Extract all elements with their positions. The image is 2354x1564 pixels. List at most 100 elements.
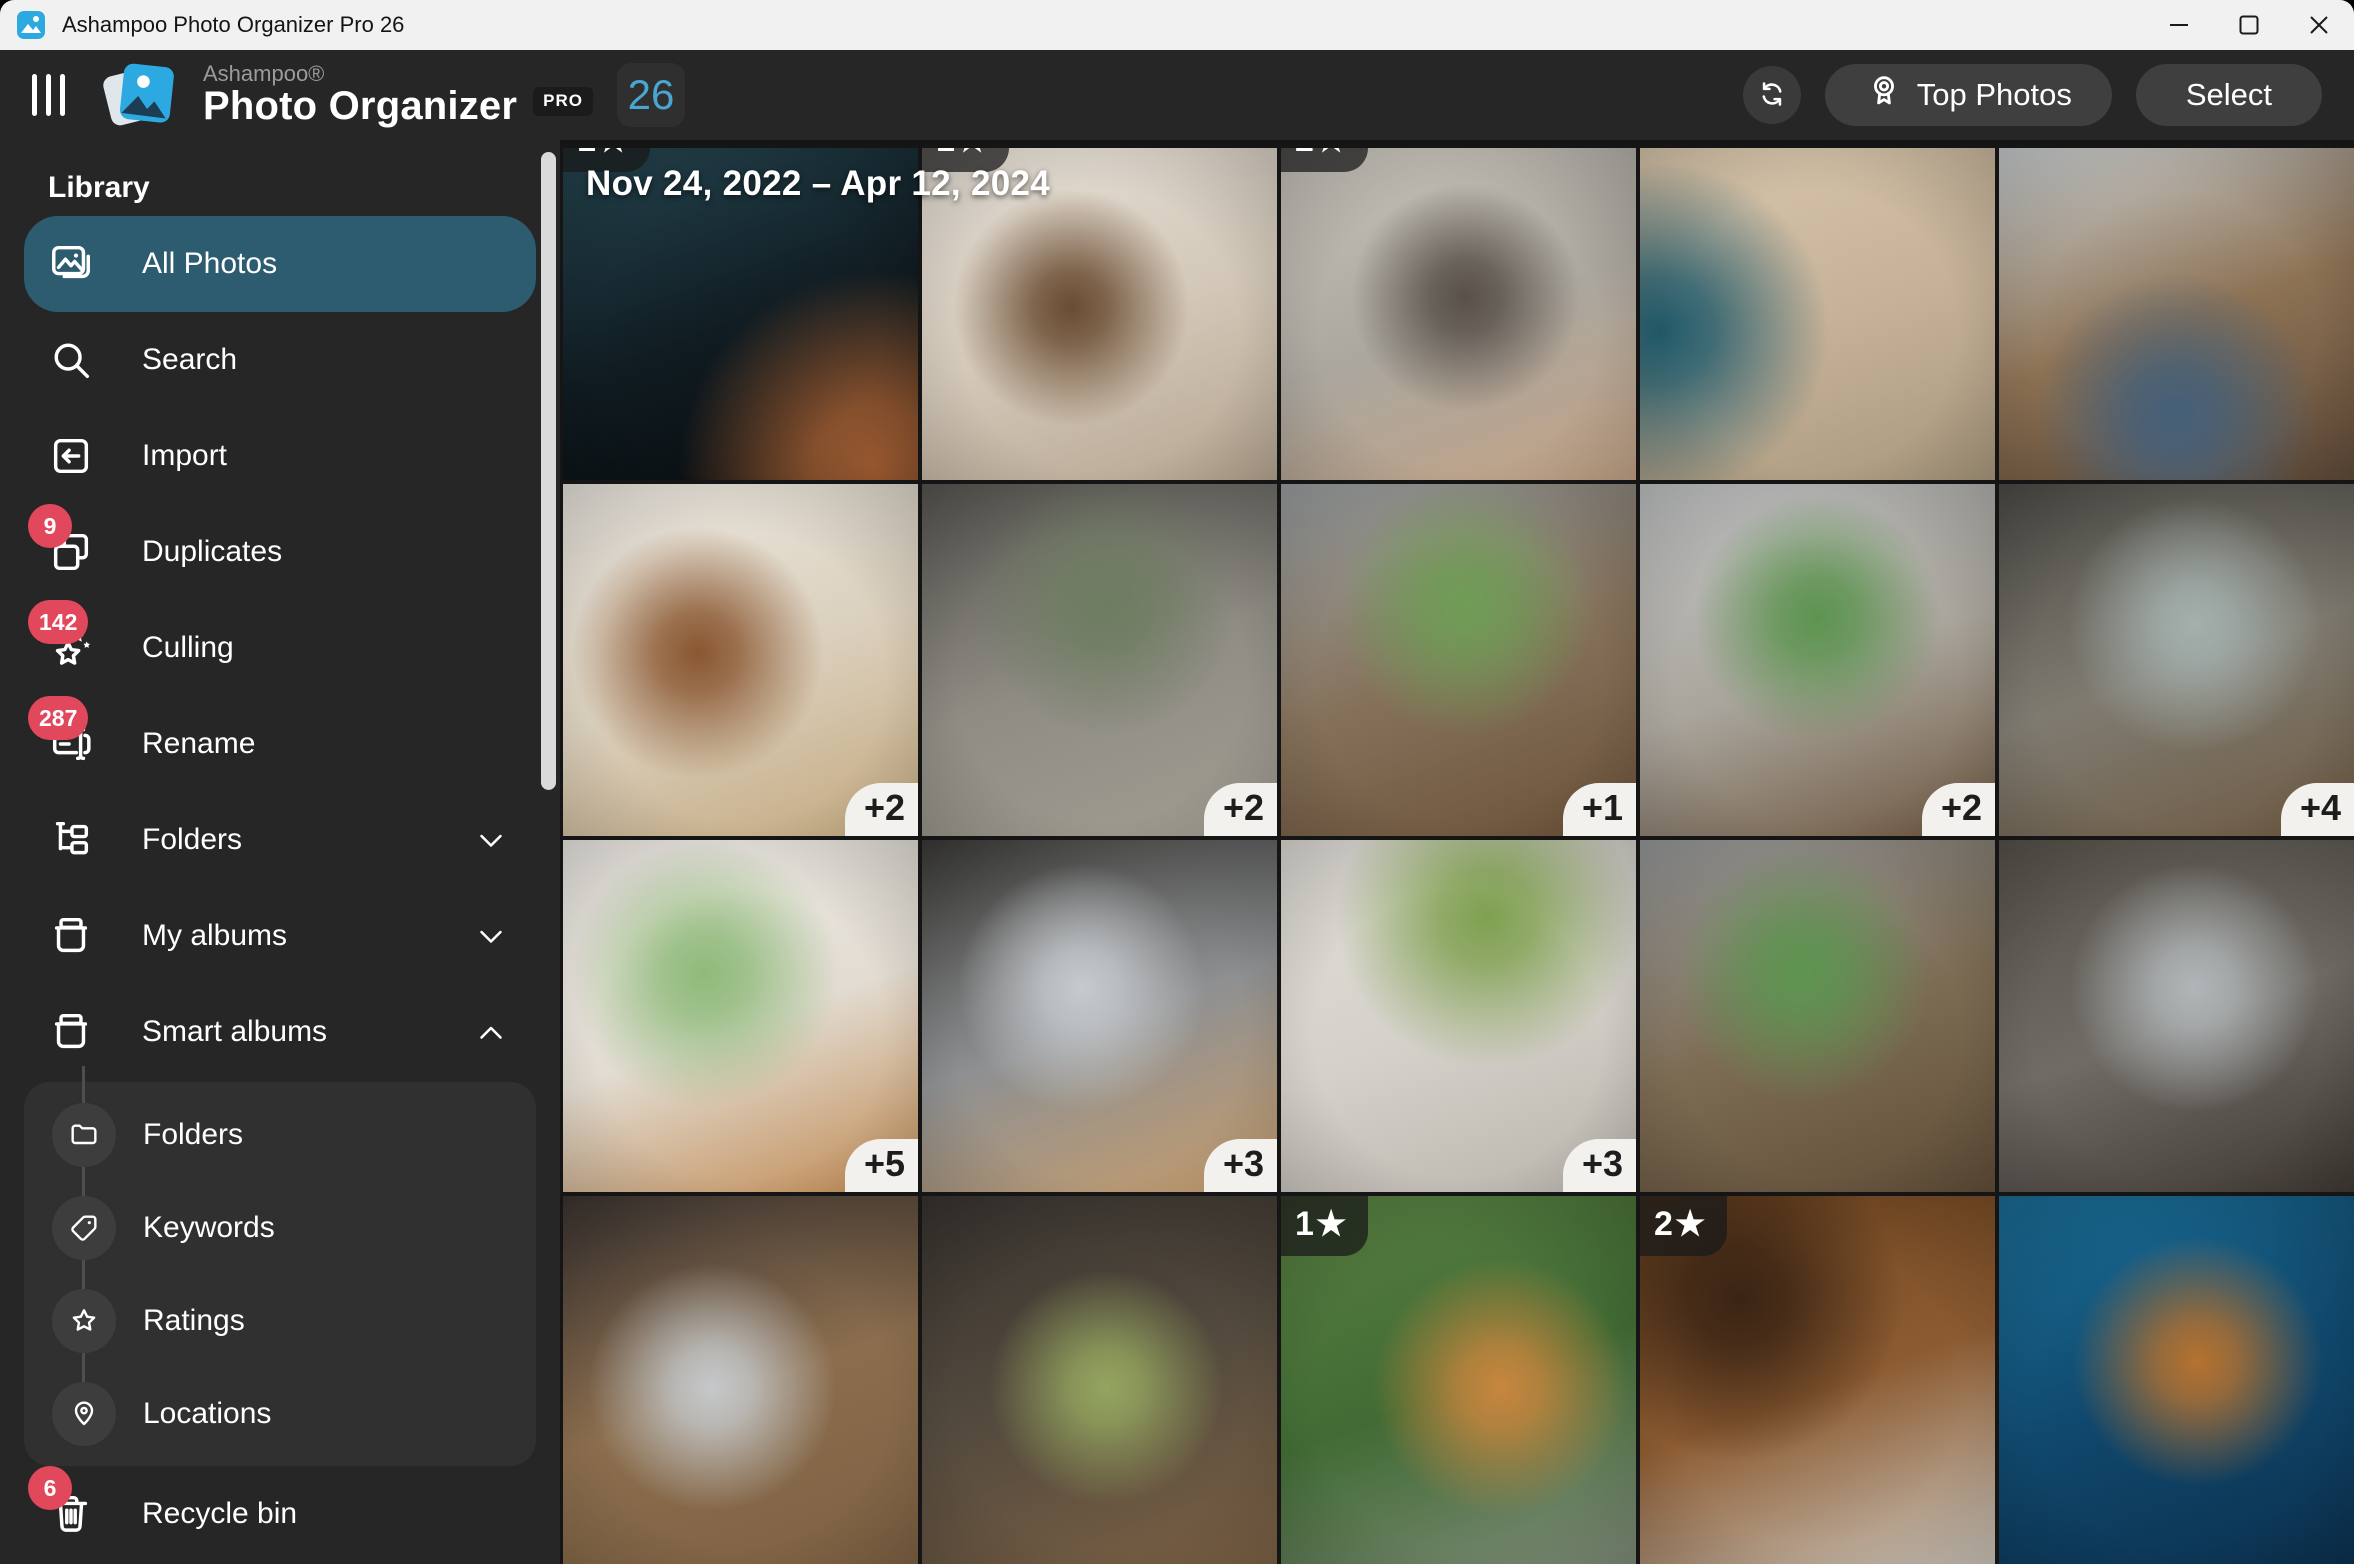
count-badge: 9 bbox=[28, 504, 72, 548]
select-label: Select bbox=[2186, 77, 2272, 113]
star-rating-badge: 2★ bbox=[1281, 148, 1368, 172]
sidebar-item-label: Folders bbox=[142, 823, 242, 857]
medal-icon bbox=[1865, 72, 1903, 118]
photo-tile-glass-jar-table[interactable] bbox=[563, 1196, 918, 1564]
import-icon bbox=[48, 433, 94, 479]
sidebar-item-label: Ratings bbox=[143, 1304, 245, 1338]
sidebar-item-folders[interactable]: Folders bbox=[24, 792, 536, 888]
count-badge: 142 bbox=[28, 600, 88, 644]
photo-tile-copper-lamp-device[interactable]: +2 bbox=[563, 484, 918, 836]
close-button[interactable] bbox=[2284, 0, 2354, 50]
photo-grid: 1★1★2★+2+2+1+2+4+5+3+31★2★ bbox=[563, 148, 2354, 1564]
sidebar-item-rename[interactable]: 287 Rename bbox=[24, 696, 536, 792]
photo-grid-area: Nov 24, 2022 – Apr 12, 2024 1★1★2★+2+2+1… bbox=[560, 140, 2354, 1564]
photo-tile-upturned-glasses[interactable]: +3 bbox=[922, 840, 1277, 1192]
stack-count-badge: +1 bbox=[1563, 783, 1636, 836]
sidebar-item-label: Duplicates bbox=[142, 535, 282, 569]
sidebar-item-label: Smart albums bbox=[142, 1015, 327, 1049]
chevron-down-icon[interactable] bbox=[472, 917, 510, 955]
pin-icon bbox=[52, 1382, 116, 1446]
app-logo-small-icon bbox=[16, 10, 46, 40]
minimize-button[interactable] bbox=[2144, 0, 2214, 50]
sidebar-item-label: Keywords bbox=[143, 1211, 275, 1245]
sidebar-item-my-albums[interactable]: My albums bbox=[24, 888, 536, 984]
sidebar-item-smart-keywords[interactable]: Keywords bbox=[24, 1181, 536, 1274]
top-photos-label: Top Photos bbox=[1917, 77, 2072, 113]
sidebar-item-duplicates[interactable]: 9 Duplicates bbox=[24, 504, 536, 600]
sidebar-item-search[interactable]: Search bbox=[24, 312, 536, 408]
photo-tile-tiger-resting[interactable]: 1★ bbox=[1281, 1196, 1636, 1564]
window-controls bbox=[2144, 0, 2354, 50]
app-header: Ashampoo® Photo Organizer PRO 26 Top Pho… bbox=[0, 50, 2354, 140]
star-rating-badge: 2★ bbox=[1640, 1196, 1727, 1256]
sidebar-item-label: Rename bbox=[142, 727, 255, 761]
sidebar-item-label: Culling bbox=[142, 631, 234, 665]
folder-tree-icon bbox=[48, 817, 94, 863]
photo-tile-canyon-rocks[interactable]: 2★ bbox=[1640, 1196, 1995, 1564]
sidebar-item-label: My albums bbox=[142, 919, 287, 953]
maximize-button[interactable] bbox=[2214, 0, 2284, 50]
sidebar-item-smart-albums[interactable]: Smart albums bbox=[24, 984, 536, 1080]
tag-icon bbox=[52, 1196, 116, 1260]
select-button[interactable]: Select bbox=[2136, 64, 2322, 126]
menu-button[interactable] bbox=[30, 70, 67, 120]
sidebar: Library All Photos Search Import 9 Duplicate… bbox=[0, 140, 560, 1564]
photo-tile-plant-basket-couch[interactable]: +2 bbox=[1640, 484, 1995, 836]
refresh-button[interactable] bbox=[1743, 66, 1801, 124]
sidebar-item-smart-folders[interactable]: Folders bbox=[24, 1088, 536, 1181]
photo-tile-grey-cat-on-couch[interactable] bbox=[1640, 148, 1995, 480]
photo-tile-plant-basket-mono[interactable]: +2 bbox=[922, 484, 1277, 836]
stack-count-badge: +2 bbox=[845, 783, 918, 836]
stack-count-badge: +2 bbox=[1922, 783, 1995, 836]
album-icon bbox=[48, 913, 94, 959]
photo-tile-glass-jar-dark[interactable] bbox=[1999, 840, 2354, 1192]
sidebar-item-label: Import bbox=[142, 439, 227, 473]
photo-tile-plant-basket-warm[interactable]: +1 bbox=[1281, 484, 1636, 836]
photo-tile-crowd-selfie[interactable] bbox=[1999, 148, 2354, 480]
titlebar[interactable]: Ashampoo Photo Organizer Pro 26 bbox=[0, 0, 2354, 50]
sidebar-item-label: Folders bbox=[143, 1118, 243, 1152]
chevron-down-icon[interactable] bbox=[472, 821, 510, 859]
sidebar-item-import[interactable]: Import bbox=[24, 408, 536, 504]
star-icon bbox=[52, 1289, 116, 1353]
stack-count-badge: +5 bbox=[845, 1139, 918, 1192]
sidebar-item-recycle-bin[interactable]: 6 Recycle bin bbox=[24, 1466, 536, 1562]
top-photos-button[interactable]: Top Photos bbox=[1825, 64, 2112, 126]
photo-tile-wall-shelf-scooter[interactable]: +3 bbox=[1281, 840, 1636, 1192]
album-icon bbox=[48, 1009, 94, 1055]
photos-icon bbox=[48, 241, 94, 287]
sidebar-item-smart-locations[interactable]: Locations bbox=[24, 1367, 536, 1460]
sidebar-item-label: Locations bbox=[143, 1397, 271, 1431]
photo-tile-sea-turtle[interactable] bbox=[1999, 1196, 2354, 1564]
photo-tile-tray-plants-dark[interactable] bbox=[922, 1196, 1277, 1564]
sidebar-scrollbar[interactable] bbox=[541, 152, 556, 790]
folder-icon bbox=[52, 1103, 116, 1167]
stack-count-badge: +4 bbox=[2281, 783, 2354, 836]
star-rating-badge: 1★ bbox=[1281, 1196, 1368, 1256]
version-badge: 26 bbox=[617, 63, 685, 127]
photo-tile-glass-bottles-plant[interactable]: +4 bbox=[1999, 484, 2354, 836]
brand-company: Ashampoo® bbox=[203, 62, 593, 86]
stack-count-badge: +3 bbox=[1204, 1139, 1277, 1192]
count-badge: 6 bbox=[28, 1466, 72, 1510]
app-logo-icon bbox=[101, 60, 179, 130]
pro-badge: PRO bbox=[533, 87, 593, 115]
photo-tile-succulent-black-pot[interactable]: +5 bbox=[563, 840, 918, 1192]
sidebar-item-culling[interactable]: 142 Culling bbox=[24, 600, 536, 696]
sidebar-item-label: Search bbox=[142, 343, 237, 377]
chevron-up-icon[interactable] bbox=[472, 1013, 510, 1051]
app-window: Ashampoo Photo Organizer Pro 26 Ashampoo… bbox=[0, 0, 2354, 1564]
sidebar-item-label: Recycle bin bbox=[142, 1497, 297, 1531]
library-section-label: Library bbox=[48, 168, 560, 208]
photo-tile-plant-basket-window[interactable] bbox=[1640, 840, 1995, 1192]
photo-tile-tabby-cat-standing[interactable]: 2★ bbox=[1281, 148, 1636, 480]
sidebar-item-all-photos[interactable]: All Photos bbox=[24, 216, 536, 312]
stack-count-badge: +2 bbox=[1204, 783, 1277, 836]
window-title: Ashampoo Photo Organizer Pro 26 bbox=[62, 12, 404, 38]
sidebar-item-label: All Photos bbox=[142, 247, 277, 281]
count-badge: 287 bbox=[28, 696, 88, 740]
date-range-label: Nov 24, 2022 – Apr 12, 2024 bbox=[586, 164, 1050, 204]
search-icon bbox=[48, 337, 94, 383]
sidebar-item-smart-ratings[interactable]: Ratings bbox=[24, 1274, 536, 1367]
brand-product: Photo Organizer bbox=[203, 85, 517, 128]
